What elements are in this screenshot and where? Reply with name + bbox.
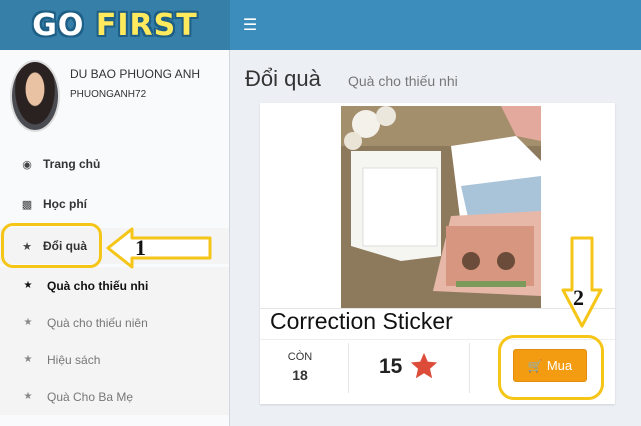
sidebar-item-label: Trang chủ [43,157,101,171]
star-icon: ★ [23,280,33,291]
user-login: PHUONGANH72 [70,89,147,100]
page-subtitle: Quà cho thiếu nhi [348,73,458,89]
annotation-number-2: 2 [573,285,584,310]
chevron-left-icon[interactable]: ‹ [205,238,209,252]
subitem-label: Hiệu sách [47,352,101,367]
subitem-hieu-sach[interactable]: ★ Hiệu sách [0,341,229,378]
subitem-label: Quà Cho Ba Mẹ [47,389,134,404]
annotation-number-1: 1 [135,235,146,260]
hamburger-icon[interactable]: ☰ [230,0,270,50]
briefcase-icon: ▩ [21,198,33,211]
stats-divider-1 [348,343,349,393]
stock-label: CÒN [287,351,313,363]
top-header: GO FIRST ☰ [0,0,641,50]
subitem-qua-thieu-nien[interactable]: ★ Quà cho thiếu niên [0,304,229,341]
price-value: 15 [379,355,403,378]
stats-divider-2 [469,343,470,393]
star-icon: ★ [23,354,33,365]
subitem-label: Quà cho thiếu nhi [47,278,149,293]
product-name: Correction Sticker [270,308,453,334]
star-icon: ★ [23,317,33,328]
logo-text: GO FIRST [32,7,198,43]
sidebar-item-trang-chu[interactable]: ◉ Trang chủ [0,146,229,182]
dashboard-icon: ◉ [22,158,32,171]
user-name: DU BAO PHUONG ANH [70,67,201,81]
logo[interactable]: GO FIRST [0,0,230,50]
stock-value: 18 [292,367,308,383]
star-icon: ★ [23,391,33,402]
sidebar-item-label: Học phí [43,197,87,211]
subitem-qua-thieu-nhi[interactable]: ★ Quà cho thiếu nhi [0,267,229,304]
annotation-circle-1 [1,223,102,268]
subitem-qua-cho-ba-me[interactable]: ★ Quà Cho Ba Mẹ [0,378,229,415]
product-image [341,106,541,308]
page-title: Đổi quà [245,66,321,91]
subitem-label: Quà cho thiếu niên [47,315,148,330]
sidebar-item-hoc-phi[interactable]: ▩ Học phí [0,186,229,222]
user-panel: DU BAO PHUONG ANH PHUONGANH72 [0,50,230,140]
star-icon [410,352,438,379]
avatar [10,60,60,132]
annotation-circle-2 [498,335,604,400]
